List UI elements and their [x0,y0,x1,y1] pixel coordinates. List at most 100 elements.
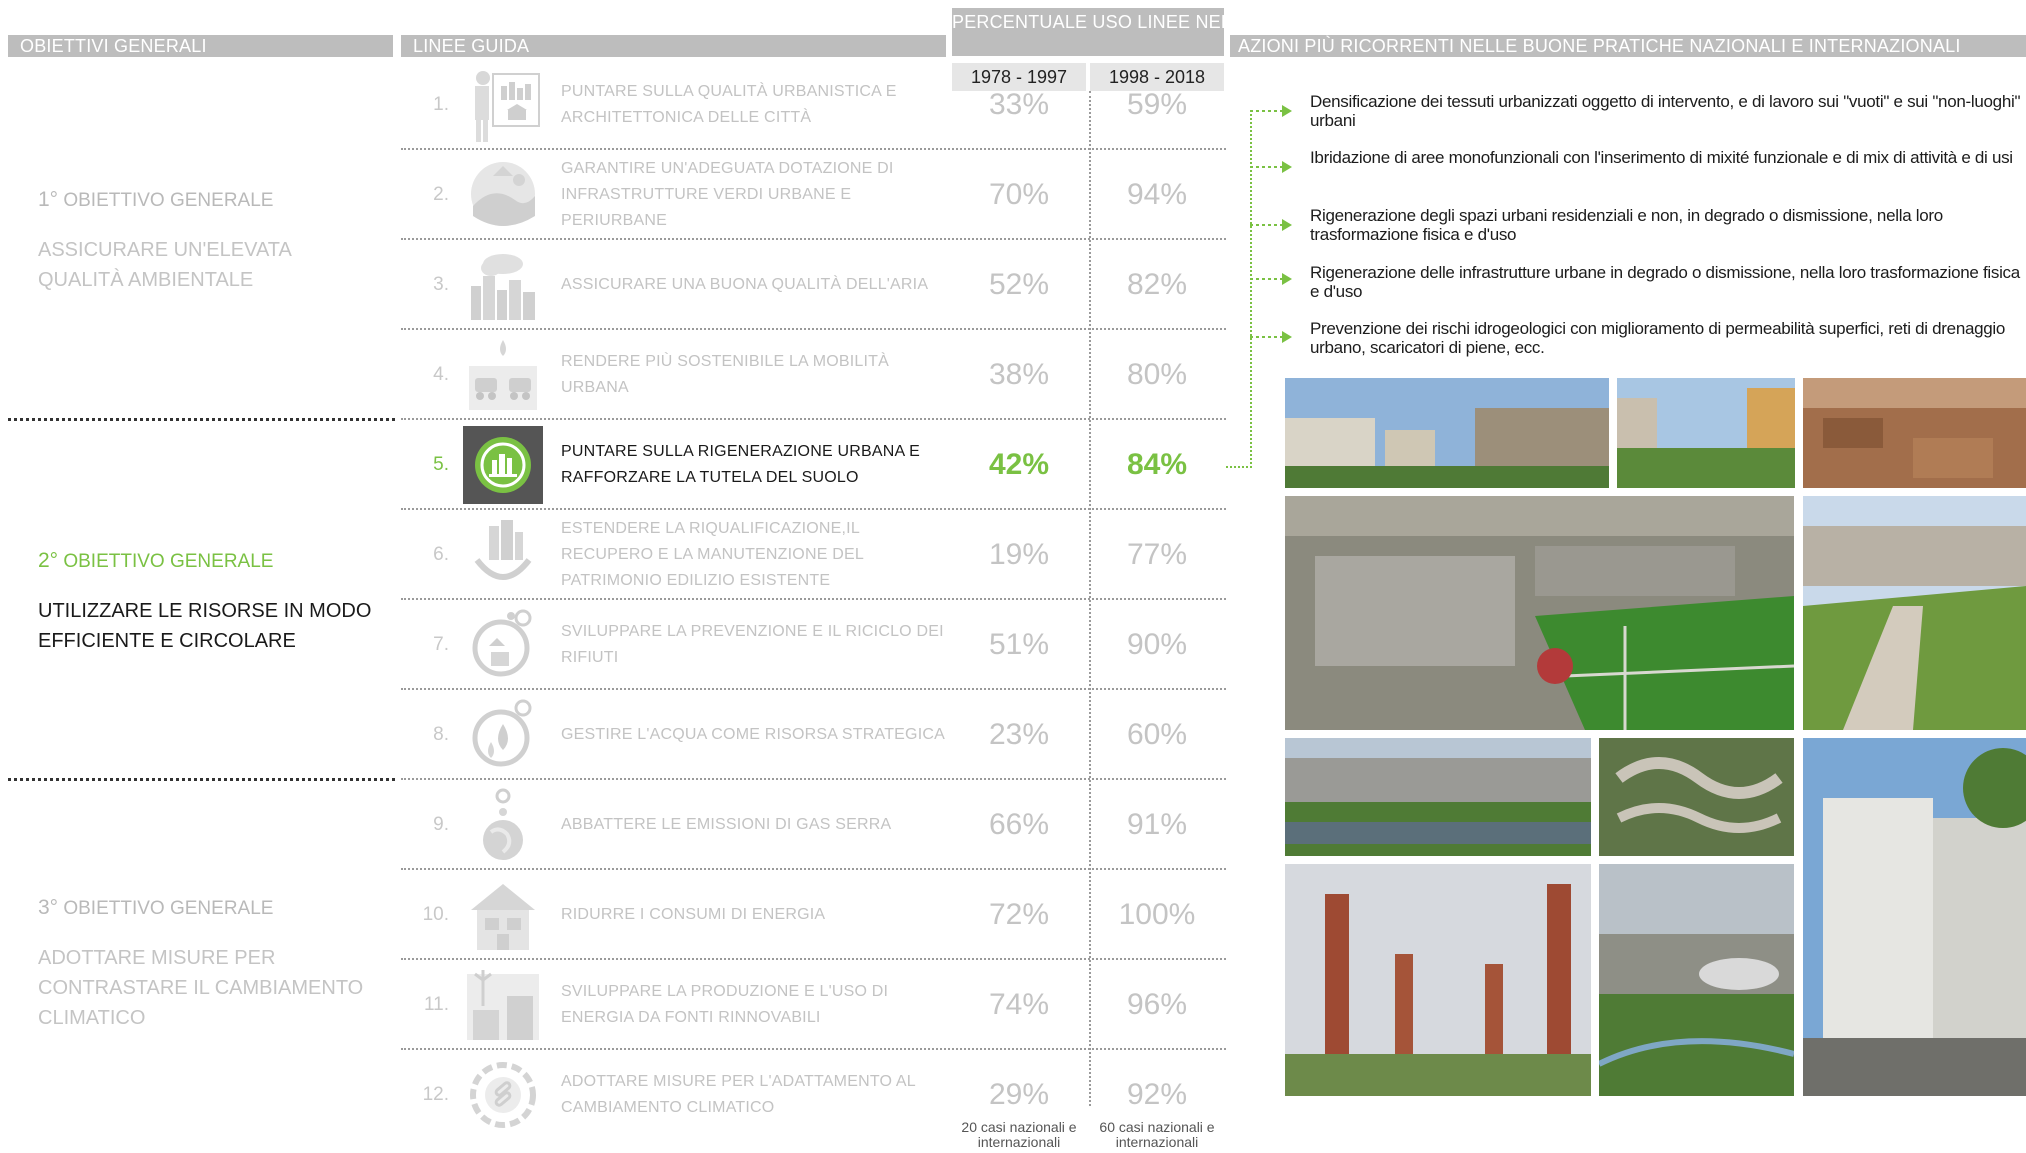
guideline-row-5: 5. PUNTARE SULLA RIGENERAZIONE URBANA E … [401,420,1226,510]
guideline-number: 12. [422,1084,449,1105]
column-divider [1089,91,1091,1106]
objective-divider [8,418,395,421]
percent-1998-2018: 80% [1126,358,1188,391]
percent-1978-1997: 33% [988,88,1050,121]
percent-1998-2018: 82% [1126,268,1188,301]
arrow-right-icon [1250,105,1292,117]
guideline-label: ADOTTARE MISURE PER L'ADATTAMENTO AL CAM… [561,1073,916,1116]
recycling-icon [463,606,543,684]
header-actions: AZIONI PIÙ RICORRENTI NELLE BUONE PRATIC… [1230,35,2026,57]
guideline-row-2: 2. GARANTIRE UN'ADEGUATA DOTAZIONE DI IN… [401,150,1226,240]
objective-1-title: 1° OBIETTIVO GENERALE [38,188,274,211]
guideline-row-6: 6. ESTENDERE LA RIQUALIFICAZIONE,IL RECU… [401,510,1226,600]
percent-1978-1997: 70% [988,178,1050,211]
guideline-number: 1. [433,94,449,115]
guideline-label: SVILUPPARE LA PRODUZIONE E L'USO DI ENER… [561,983,889,1026]
photo-curved-blocks [1599,738,1794,856]
energy-house-icon [463,876,543,954]
photo-green-courtyard [1617,378,1795,488]
connector-line [1226,466,1252,468]
header-objectives: OBIETTIVI GENERALI [8,35,393,57]
percent-1998-2018: 96% [1126,988,1188,1021]
footnote-1998-2018: 60 casi nazionali e internazionali [1099,1119,1215,1150]
percent-1998-2018: 84% [1126,448,1188,481]
guideline-number: 9. [433,814,449,835]
guideline-label: ABBATTERE LE EMISSIONI DI GAS SERRA [561,816,892,833]
guideline-number: 10. [422,904,449,925]
guideline-label: PUNTARE SULLA QUALITÀ URBANISTICA E ARCH… [561,83,897,126]
guideline-row-3: 3. ASSICURARE UNA BUONA QUALITÀ DELL'ARI… [401,240,1226,330]
action-item: Ibridazione di aree monofunzionali con l… [1310,148,2013,167]
guideline-row-10: 10. RIDURRE I CONSUMI DI ENERGIA 72% 100… [401,870,1226,960]
photo-canal-buildings [1285,738,1591,856]
photo-olympic-park [1599,864,1794,1096]
objective-3-description: ADOTTARE MISURE PER CONTRASTARE IL CAMBI… [38,947,364,1029]
percent-1978-1997: 52% [988,268,1050,301]
water-icon [463,696,543,774]
percent-1998-2018: 94% [1126,178,1188,211]
percent-1978-1997: 19% [988,538,1050,571]
guideline-label: GESTIRE L'ACQUA COME RISORSA STRATEGICA [561,726,945,743]
arrow-right-icon [1250,161,1292,173]
guideline-row-7: 7. SVILUPPARE LA PREVENZIONE E IL RICICL… [401,600,1226,690]
objective-3-title: 3° OBIETTIVO GENERALE [38,896,274,919]
percent-1998-2018: 77% [1126,538,1188,571]
air-quality-icon [463,246,543,324]
guideline-label: SVILUPPARE LA PREVENZIONE E IL RICICLO D… [561,623,944,666]
objective-2-description: UTILIZZARE LE RISORSE IN MODO EFFICIENTE… [38,600,372,652]
city-planner-icon [463,66,543,144]
guideline-label: PUNTARE SULLA RIGENERAZIONE URBANA E RAF… [561,443,920,486]
percent-1978-1997: 66% [988,808,1050,841]
photo-urban-park [1803,496,2026,730]
urban-regeneration-icon [463,426,543,504]
renewable-energy-icon [463,966,543,1044]
arrow-right-icon [1250,273,1292,285]
photo-historic-roofs [1803,378,2026,488]
percent-1978-1997: 23% [988,718,1050,751]
photo-aerial-development [1285,496,1794,730]
guideline-number: 5. [433,454,449,475]
guideline-label: RENDERE PIÙ SOSTENIBILE LA MOBILITÀ URBA… [561,353,889,396]
percent-1998-2018: 91% [1126,808,1188,841]
green-infrastructure-icon [463,156,543,234]
arrow-right-icon [1250,331,1292,343]
percent-1978-1997: 38% [988,358,1050,391]
guideline-number: 6. [433,544,449,565]
guideline-row-4: 4. RENDERE PIÙ SOSTENIBILE LA MOBILITÀ U… [401,330,1226,420]
guideline-number: 8. [433,724,449,745]
percent-1998-2018: 60% [1126,718,1188,751]
guideline-label: ASSICURARE UNA BUONA QUALITÀ DELL'ARIA [561,276,929,293]
arrow-right-icon [1250,219,1292,231]
percent-1978-1997: 42% [988,448,1050,481]
action-item: Densificazione dei tessuti urbanizzati o… [1310,92,2021,130]
guideline-number: 4. [433,364,449,385]
guideline-row-1: 1. PUNTARE SULLA QUALITÀ URBANISTICA E A… [401,60,1226,150]
mobility-icon [463,336,543,414]
footnote-1978-1997: 20 casi nazionali e internazionali [961,1119,1077,1150]
header-percentage: PERCENTUALE USO LINEE NELLE PRATICHE DEI… [952,8,1434,56]
guideline-label: GARANTIRE UN'ADEGUATA DOTAZIONE DI INFRA… [561,160,894,229]
guideline-row-11: 11. SVILUPPARE LA PRODUZIONE E L'USO DI … [401,960,1226,1050]
guideline-label: RIDURRE I CONSUMI DI ENERGIA [561,906,826,923]
guideline-number: 11. [423,994,449,1015]
guideline-number: 3. [433,274,449,295]
globe-emissions-icon [463,786,543,864]
guideline-row-9: 9. ABBATTERE LE EMISSIONI DI GAS SERRA 6… [401,780,1226,870]
percent-1998-2018: 59% [1126,88,1188,121]
guideline-label: ESTENDERE LA RIQUALIFICAZIONE,IL RECUPER… [561,520,864,589]
action-item: Rigenerazione degli spazi urbani residen… [1310,206,1943,244]
photo-residential-tower [1803,738,2026,1096]
percent-1998-2018: 100% [1118,898,1196,931]
header-guidelines: LINEE GUIDA [401,35,946,57]
guideline-row-8: 8. GESTIRE L'ACQUA COME RISORSA STRATEGI… [401,690,1226,780]
climate-adaptation-icon [463,1056,543,1134]
guideline-number: 7. [433,634,449,655]
building-renovation-icon [463,516,543,594]
photo-residential-buildings [1285,378,1609,488]
percent-1978-1997: 51% [988,628,1050,661]
guideline-number: 2. [433,184,449,205]
action-item: Rigenerazione delle infrastrutture urban… [1310,263,2020,301]
photo-industrial-chimneys [1285,864,1591,1096]
percent-1978-1997: 72% [988,898,1050,931]
objective-1-description: ASSICURARE UN'ELEVATA QUALITÀ AMBIENTALE [38,239,291,291]
